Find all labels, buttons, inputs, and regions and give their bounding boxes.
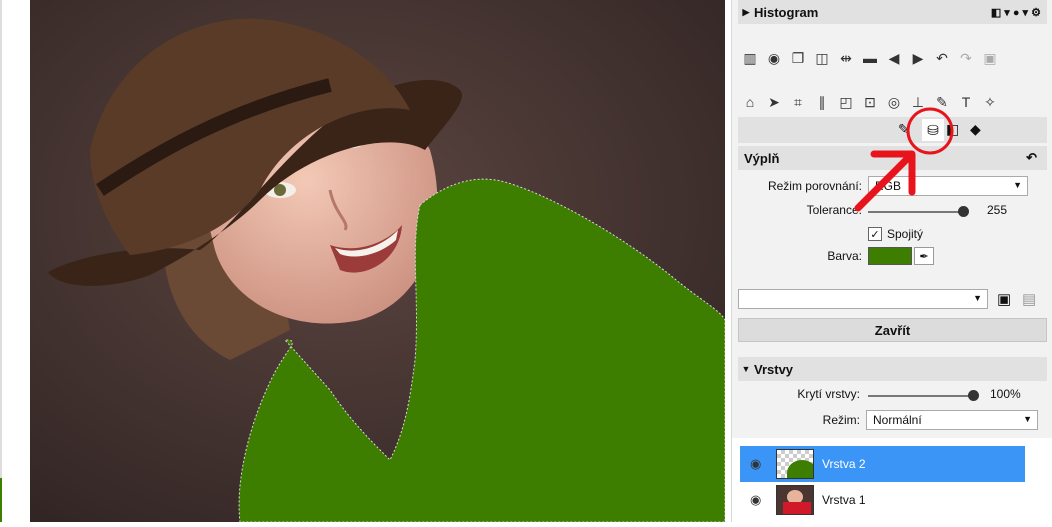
highlight-circle xyxy=(906,107,954,155)
highlight-arrow-shaft xyxy=(854,156,910,212)
annotation-overlay xyxy=(854,107,954,212)
